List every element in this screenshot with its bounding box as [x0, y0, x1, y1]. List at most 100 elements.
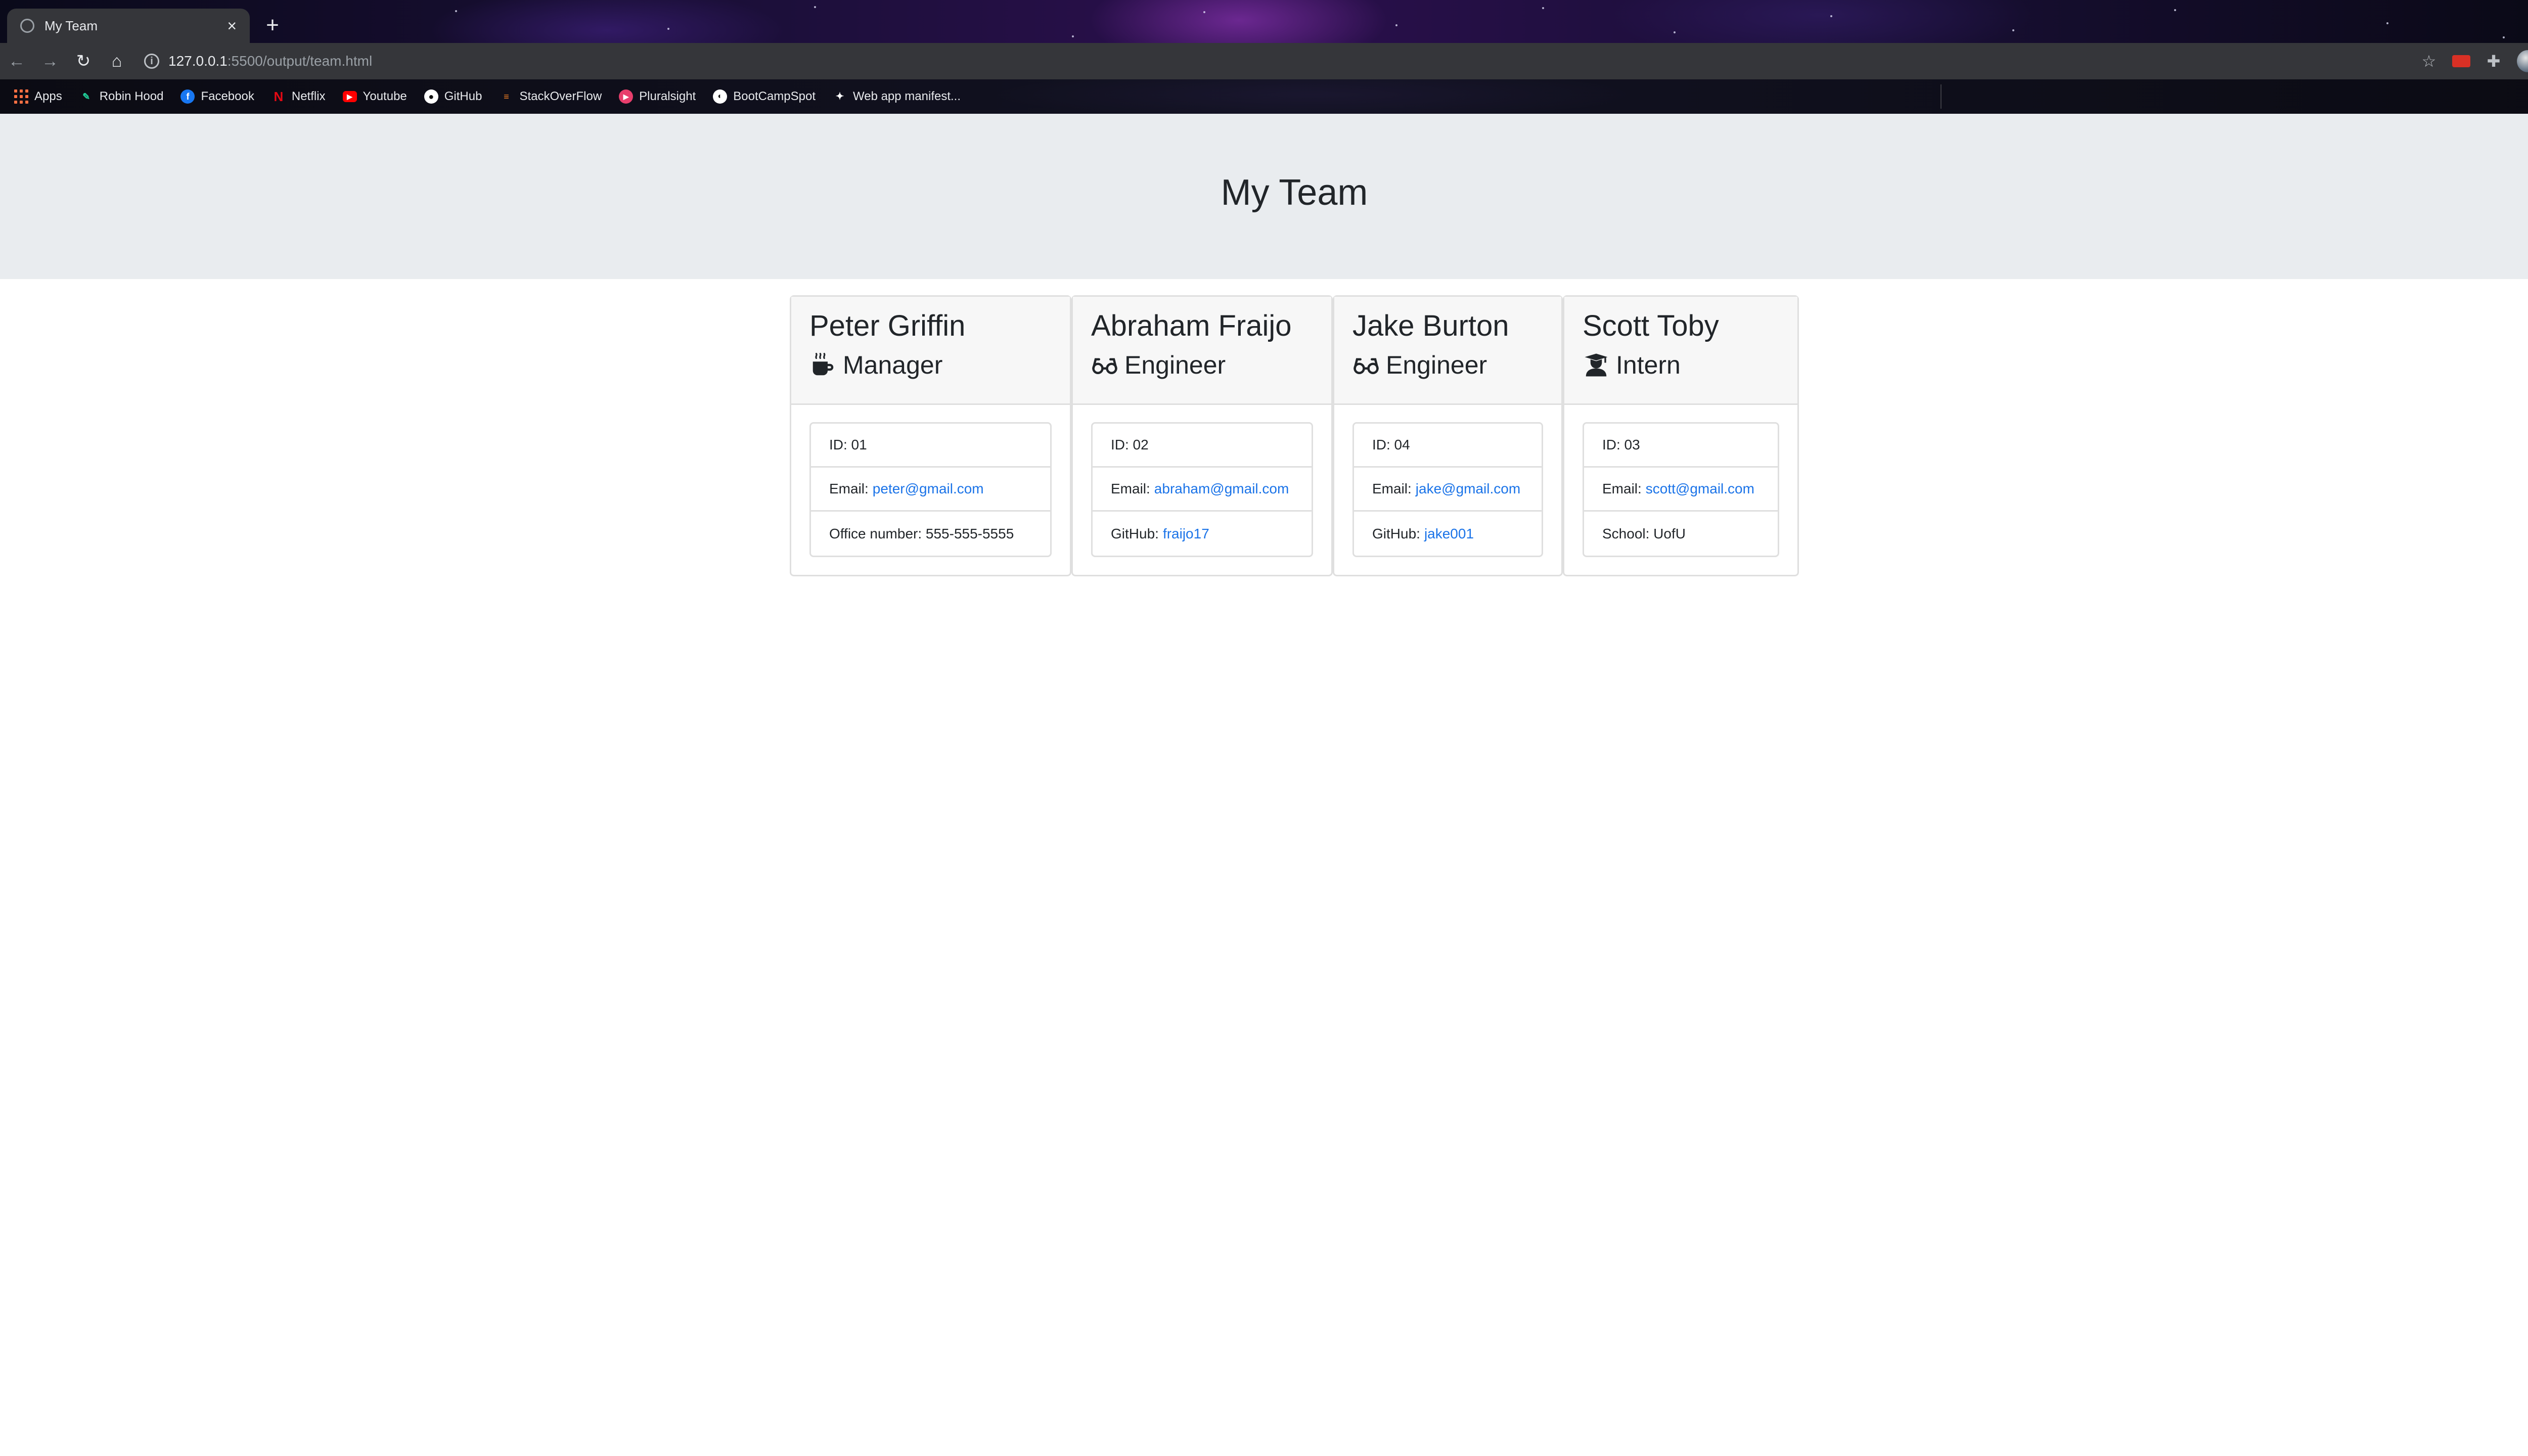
bookmark-label: Netflix [291, 89, 326, 103]
page-title: My Team [1221, 172, 1368, 213]
bookmark-facebook[interactable]: f Facebook [180, 89, 254, 104]
detail-email: Email: jake@gmail.com [1354, 468, 1542, 512]
member-role: Engineer [1091, 344, 1313, 386]
bookmark-label: StackOverFlow [519, 89, 602, 103]
close-icon[interactable]: × [227, 18, 237, 34]
details-list: ID: 01 Email: peter@gmail.com Office num… [809, 422, 1052, 557]
bookmark-label: Facebook [201, 89, 254, 103]
card-body: ID: 01 Email: peter@gmail.com Office num… [791, 405, 1070, 557]
team-card-engineer: Abraham Fraijo Engineer ID: 02 Email: ab… [1071, 295, 1333, 576]
detail-github: GitHub: fraijo17 [1093, 512, 1312, 556]
bookmark-label: BootCampSpot [733, 89, 816, 103]
github-label: GitHub: [1372, 525, 1420, 541]
email-label: Email: [1111, 481, 1150, 496]
bookmark-bootcampspot[interactable]: ◐ BootCampSpot [713, 89, 816, 104]
extension-icon[interactable] [2452, 55, 2470, 67]
detail-email: Email: peter@gmail.com [811, 468, 1050, 512]
card-header: Peter Griffin Manager [791, 297, 1070, 405]
reload-icon[interactable]: ↻ [67, 43, 100, 79]
new-tab-button[interactable]: + [260, 13, 285, 38]
bookmarks-divider [1940, 84, 1942, 109]
member-name: Abraham Fraijo [1091, 309, 1292, 342]
role-label: Engineer [1124, 351, 1226, 379]
member-role: Intern [1583, 344, 1779, 386]
puzzle-extensions-icon[interactable]: ✚ [2477, 52, 2510, 71]
email-label: Email: [829, 481, 869, 496]
member-role: Manager [809, 344, 1052, 386]
graduate-icon [1585, 353, 1608, 377]
toolbar-actions: ☆ ✚ ⋮ [2413, 43, 2528, 79]
address-bar[interactable]: i 127.0.0.1:5500/output/team.html [144, 48, 2369, 74]
bookmark-web-app-manifest[interactable]: ✦ Web app manifest... [833, 89, 961, 104]
detail-id: ID: 03 [1584, 424, 1778, 468]
back-icon[interactable]: ← [0, 43, 33, 79]
facebook-icon: f [180, 89, 195, 104]
star-bookmark-icon[interactable]: ☆ [2413, 52, 2445, 71]
bookmark-label: Robin Hood [99, 89, 164, 103]
bookmark-pluralsight[interactable]: ▶ Pluralsight [619, 89, 696, 104]
detail-school: School: UofU [1602, 525, 1686, 541]
bookmark-label: Youtube [363, 89, 407, 103]
bookmarks-bar: Apps ✎ Robin Hood f Facebook N Netflix ▶… [0, 79, 2528, 114]
member-name: Jake Burton [1352, 309, 1509, 342]
email-link[interactable]: jake@gmail.com [1416, 481, 1520, 497]
info-icon[interactable]: i [144, 54, 159, 69]
profile-avatar[interactable] [2517, 50, 2528, 72]
bookmark-label: Web app manifest... [853, 89, 961, 103]
bookmark-label: Apps [34, 89, 62, 103]
url-host: 127.0.0.1 [168, 53, 228, 69]
github-icon: ● [424, 89, 438, 104]
role-label: Engineer [1386, 351, 1487, 379]
bookmark-youtube[interactable]: ▶ Youtube [342, 89, 407, 104]
bookmark-stackoverflow[interactable]: ≡ StackOverFlow [499, 89, 602, 104]
card-header: Scott Toby Intern [1564, 297, 1797, 405]
bookmark-netflix[interactable]: N Netflix [272, 89, 326, 104]
bookmark-robin-hood[interactable]: ✎ Robin Hood [79, 89, 164, 104]
tab-my-team[interactable]: My Team × [7, 9, 250, 43]
stackoverflow-icon: ≡ [504, 92, 509, 102]
pluralsight-icon: ▶ [619, 89, 634, 104]
team-card-intern: Scott Toby Intern ID: 03 Email: scott@gm… [1563, 295, 1799, 576]
github-label: GitHub: [1111, 525, 1159, 541]
details-list: ID: 04 Email: jake@gmail.com GitHub: jak… [1352, 422, 1543, 557]
netflix-icon: N [274, 89, 284, 104]
member-role: Engineer [1352, 344, 1543, 386]
card-body: ID: 03 Email: scott@gmail.com School: Uo… [1564, 405, 1797, 557]
glasses-icon [1092, 358, 1117, 374]
bookmark-label: Pluralsight [639, 89, 696, 103]
bootcampspot-icon: ◐ [713, 89, 728, 104]
youtube-icon: ▶ [342, 91, 357, 102]
detail-id: ID: 02 [1093, 424, 1312, 468]
browser-toolbar: ← → ↻ ⌂ i 127.0.0.1:5500/output/team.htm… [0, 43, 2528, 79]
role-label: Manager [843, 351, 943, 379]
github-link[interactable]: jake001 [1424, 526, 1474, 542]
github-link[interactable]: fraijo17 [1163, 526, 1209, 542]
member-name: Scott Toby [1583, 309, 1719, 342]
card-header: Abraham Fraijo Engineer [1073, 297, 1331, 405]
bookmark-apps[interactable]: Apps [14, 89, 62, 104]
details-list: ID: 03 Email: scott@gmail.com School: Uo… [1583, 422, 1779, 557]
mug-icon [812, 352, 834, 376]
team-card-manager: Peter Griffin Manager ID: 01 Email: pete… [790, 295, 1071, 576]
globe-icon [20, 19, 34, 33]
tab-strip: My Team × + [0, 0, 2528, 43]
robinhood-feather-icon: ✎ [82, 92, 91, 102]
detail-office-number: Office number: 555-555-5555 [829, 525, 1014, 541]
home-icon[interactable]: ⌂ [100, 43, 133, 79]
email-label: Email: [1602, 481, 1642, 496]
detail-github: GitHub: jake001 [1354, 512, 1542, 556]
page-header: My Team [0, 114, 2528, 279]
email-link[interactable]: abraham@gmail.com [1154, 481, 1289, 497]
glasses-icon [1353, 358, 1379, 374]
team-card-engineer: Jake Burton Engineer ID: 04 Email: jake@… [1333, 295, 1563, 576]
email-link[interactable]: peter@gmail.com [873, 481, 984, 497]
bookmark-github[interactable]: ● GitHub [424, 89, 482, 104]
details-list: ID: 02 Email: abraham@gmail.com GitHub: … [1091, 422, 1313, 557]
forward-icon[interactable]: → [33, 43, 67, 79]
url-path: :5500/output/team.html [227, 53, 373, 69]
apps-grid-icon [14, 89, 28, 104]
card-header: Jake Burton Engineer [1334, 297, 1561, 405]
manifest-icon: ✦ [835, 91, 844, 102]
email-link[interactable]: scott@gmail.com [1646, 481, 1754, 497]
tab-title: My Team [44, 18, 98, 33]
